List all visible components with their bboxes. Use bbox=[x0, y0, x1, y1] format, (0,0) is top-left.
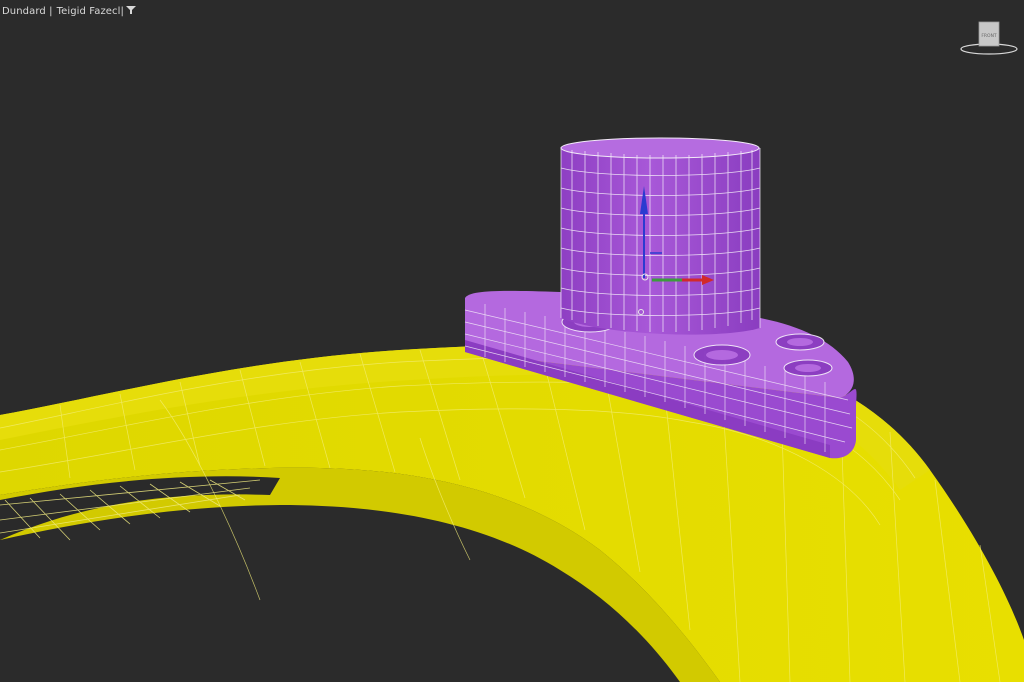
viewcube-face-label: FRONT bbox=[981, 33, 997, 39]
shading-mode-label[interactable]: Dundard | bbox=[2, 6, 53, 17]
viewport[interactable]: Dundard | Teigid Fazecl| FRONT bbox=[0, 0, 1024, 682]
scene-canvas[interactable] bbox=[0, 0, 1024, 682]
ground-mesh[interactable] bbox=[0, 343, 1024, 682]
filter-icon[interactable] bbox=[126, 5, 136, 18]
viewcube[interactable]: FRONT bbox=[958, 18, 1020, 58]
viewport-label[interactable]: Dundard | Teigid Fazecl| bbox=[2, 3, 136, 19]
display-mode-label[interactable]: Teigid Fazecl| bbox=[57, 6, 124, 17]
